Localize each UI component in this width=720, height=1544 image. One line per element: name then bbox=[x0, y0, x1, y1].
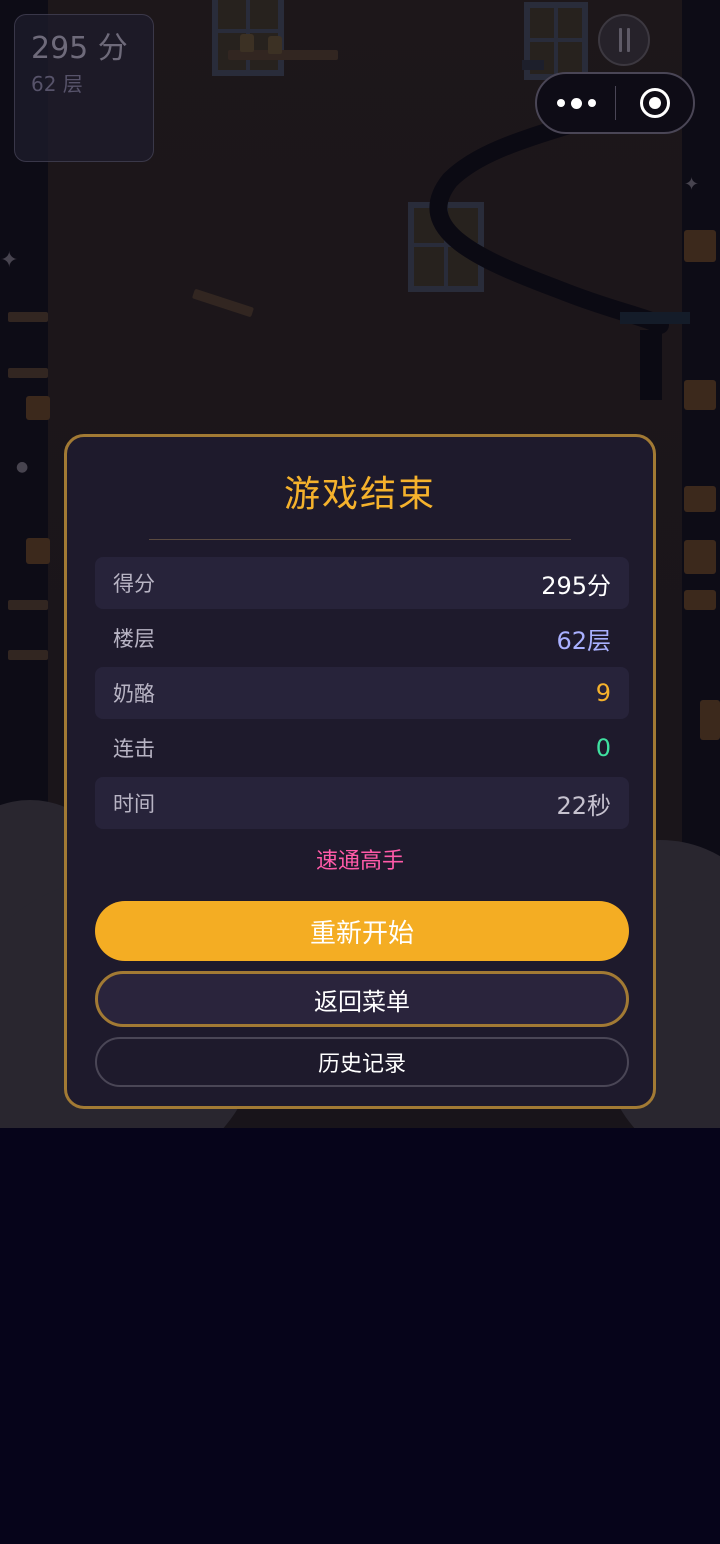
pause-button[interactable] bbox=[598, 14, 650, 66]
more-dots-icon bbox=[570, 97, 582, 109]
history-button[interactable]: 历史记录 bbox=[95, 1037, 629, 1087]
restart-button[interactable]: 重新开始 bbox=[95, 901, 629, 961]
score-hud: 295 分 62 层 bbox=[14, 14, 154, 162]
stat-value: 295分 bbox=[541, 571, 611, 600]
stat-row-cheese: 奶酪 9 bbox=[95, 667, 629, 719]
stat-row-score: 得分 295分 bbox=[95, 557, 629, 609]
stat-value: 22秒 bbox=[556, 791, 611, 820]
stat-label: 奶酪 bbox=[113, 682, 155, 706]
stat-value: 9 bbox=[595, 679, 611, 707]
stat-label: 连击 bbox=[113, 737, 155, 761]
dialog-title: 游戏结束 bbox=[283, 474, 436, 515]
back-to-menu-button[interactable]: 返回菜单 bbox=[95, 971, 629, 1027]
stat-value: 0 bbox=[595, 734, 611, 762]
hud-floor: 62 层 bbox=[31, 72, 83, 96]
stat-label: 楼层 bbox=[113, 627, 155, 651]
stat-row-combo: 连击 0 bbox=[95, 722, 629, 774]
stat-value: 62层 bbox=[556, 626, 611, 655]
stat-row-time: 时间 22秒 bbox=[95, 777, 629, 829]
title-divider bbox=[149, 539, 571, 540]
game-screen: ✦ ✦ ● 295 分 62 层 游戏结束 得分 295分 楼层 62层 奶酪 … bbox=[0, 0, 720, 1544]
more-dots-icon bbox=[587, 99, 596, 107]
pause-icon bbox=[618, 28, 622, 52]
more-button[interactable] bbox=[537, 74, 615, 132]
record-circle-icon bbox=[639, 88, 670, 118]
rank-title: 速通高手 bbox=[315, 849, 404, 874]
stat-row-floor: 楼层 62层 bbox=[95, 612, 629, 664]
hud-score: 295 分 bbox=[31, 31, 128, 66]
empty-bottom-area bbox=[0, 1128, 720, 1544]
stat-label: 时间 bbox=[113, 792, 155, 816]
more-dots-icon bbox=[556, 99, 565, 107]
pause-icon bbox=[626, 28, 630, 52]
stat-label: 得分 bbox=[113, 572, 155, 596]
miniprogram-capsule bbox=[535, 72, 695, 134]
close-miniprogram-button[interactable] bbox=[616, 74, 693, 132]
game-over-dialog: 游戏结束 得分 295分 楼层 62层 奶酪 9 连击 0 时间 22秒 速通高… bbox=[64, 434, 656, 1109]
